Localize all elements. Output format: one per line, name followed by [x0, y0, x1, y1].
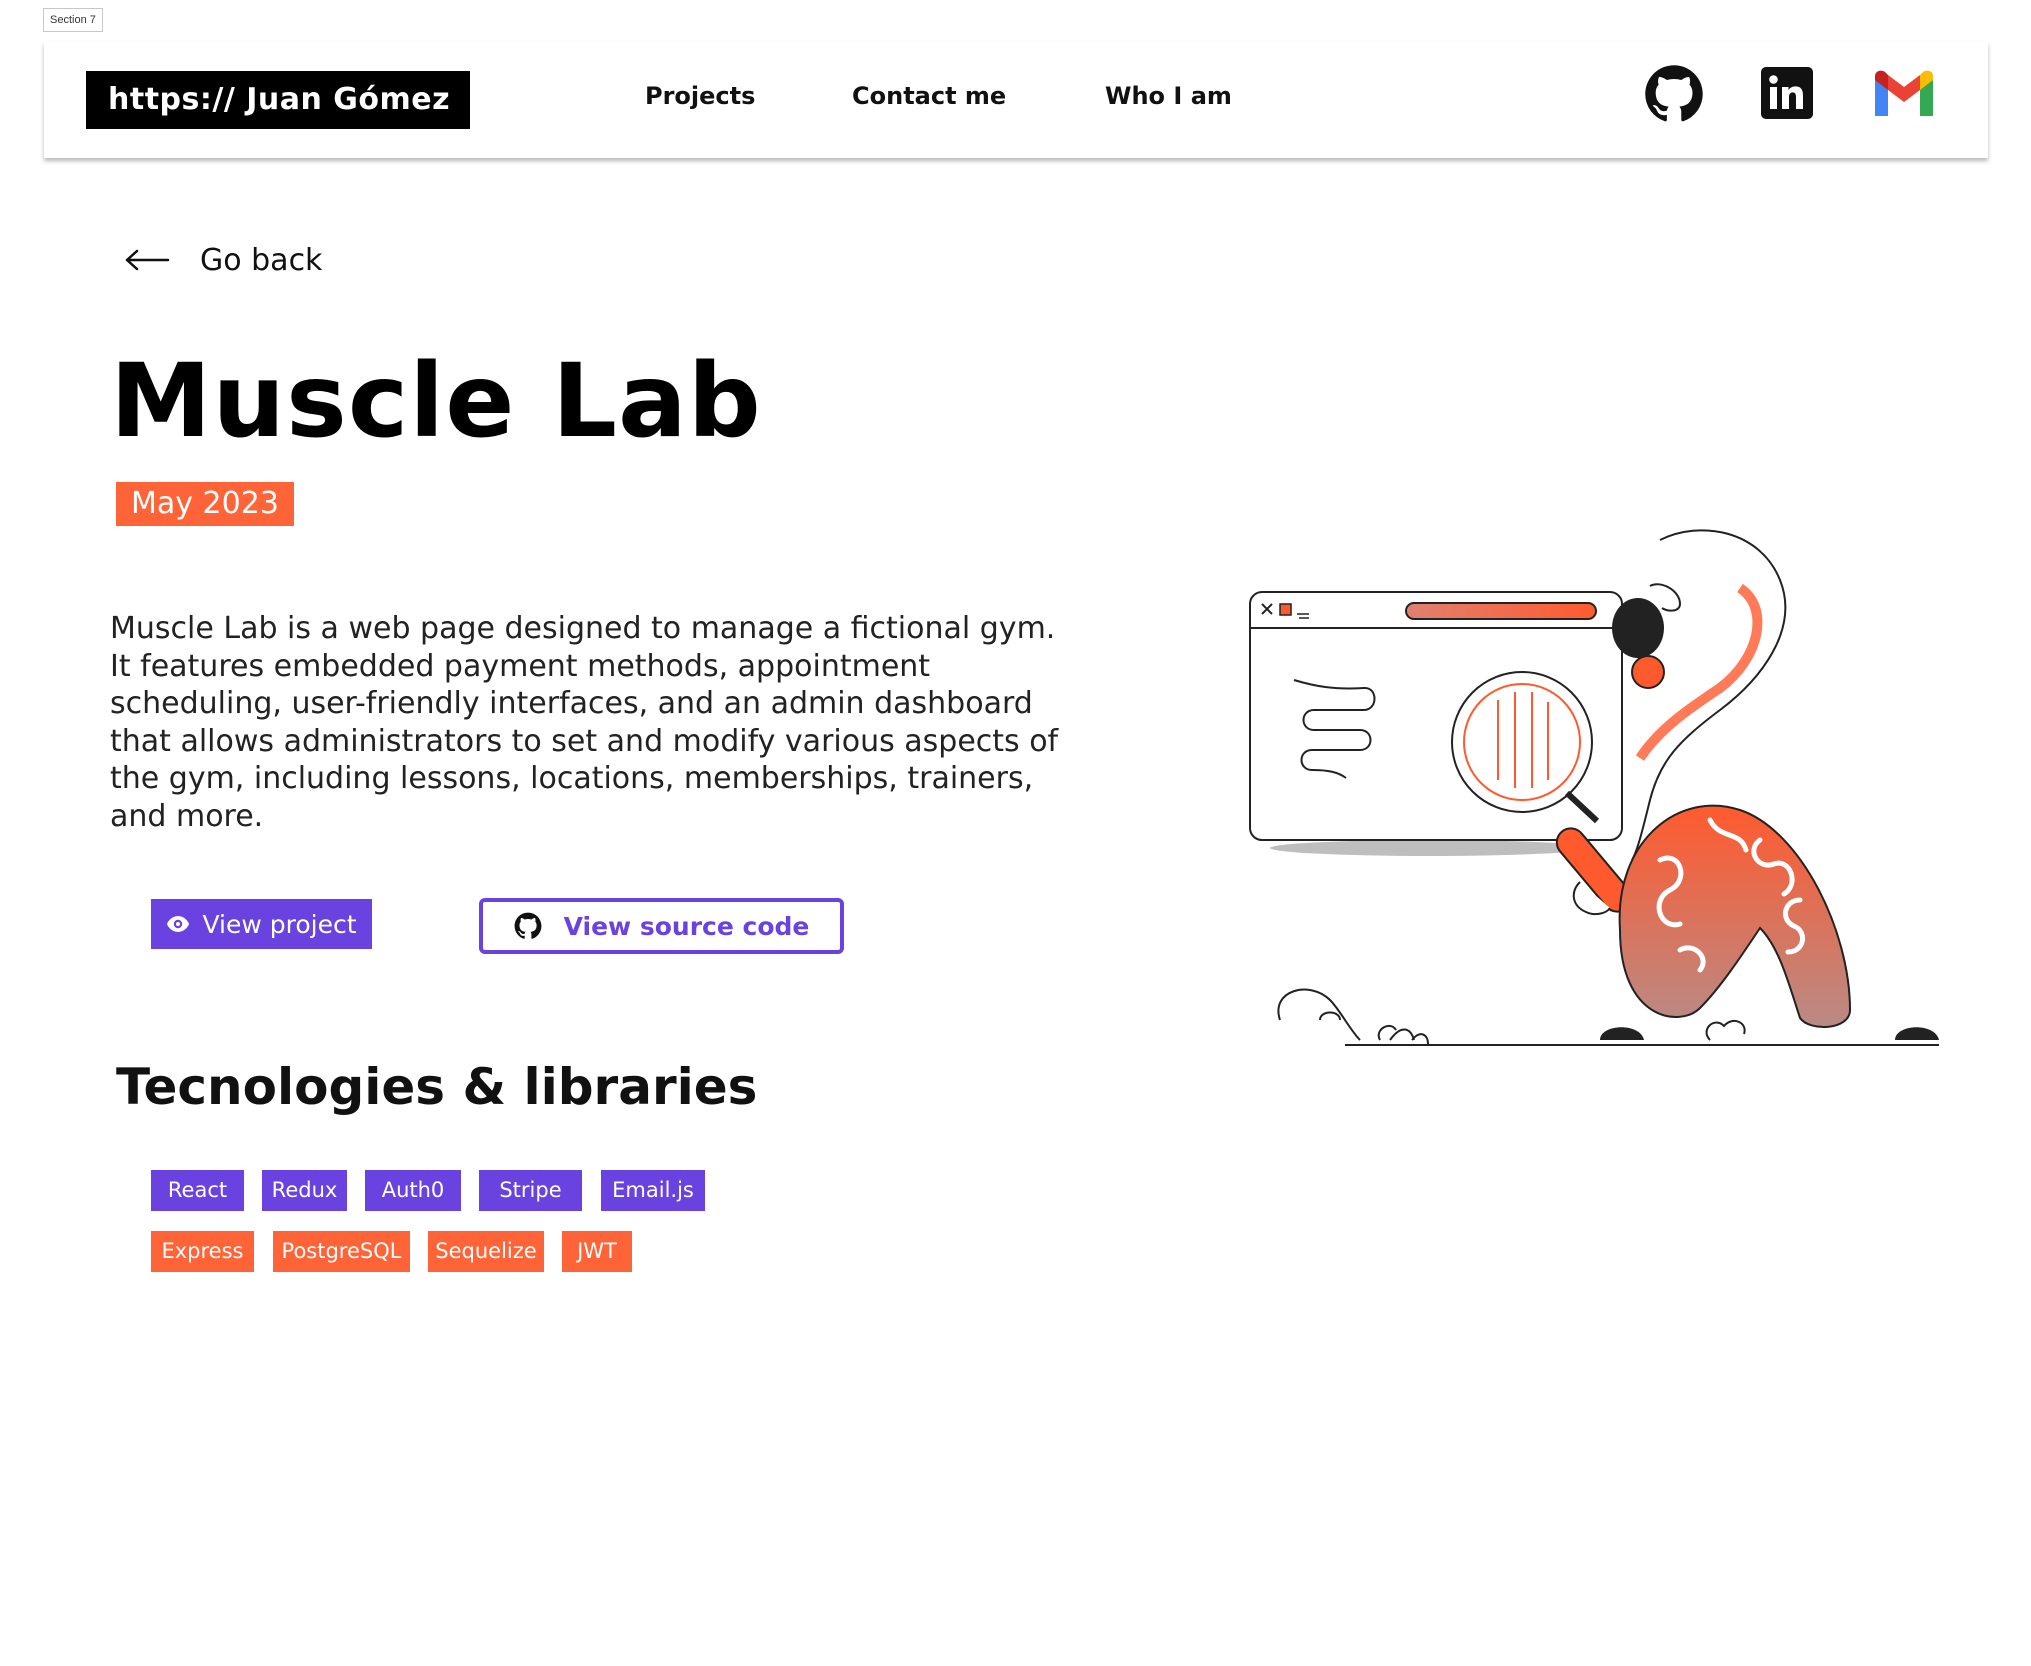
view-source-label: View source code	[563, 911, 810, 941]
view-source-button[interactable]: View source code	[479, 898, 844, 954]
nav-contact[interactable]: Contact me	[852, 82, 1006, 110]
tech-tag: Sequelize	[428, 1231, 544, 1272]
project-title: Muscle Lab	[110, 342, 762, 461]
gmail-icon[interactable]	[1875, 70, 1933, 116]
view-project-label: View project	[202, 909, 357, 939]
tech-tag: Stripe	[479, 1170, 582, 1211]
tech-section-title: Tecnologies & libraries	[116, 1058, 758, 1116]
tech-tag: Email.js	[601, 1170, 705, 1211]
top-navbar: https:// Juan Gómez Projects Contact me …	[44, 42, 1988, 158]
eye-icon	[167, 916, 190, 932]
tech-tag: Express	[151, 1231, 254, 1272]
tech-tag: JWT	[562, 1231, 632, 1272]
nav-about[interactable]: Who I am	[1105, 82, 1232, 110]
go-back-label: Go back	[200, 242, 323, 278]
project-description: Muscle Lab is a web page designed to man…	[110, 611, 1059, 834]
github-icon[interactable]	[1644, 64, 1704, 124]
github-icon	[514, 912, 542, 939]
view-project-button[interactable]: View project	[151, 899, 372, 949]
nav-projects[interactable]: Projects	[645, 82, 755, 110]
tech-tag: React	[151, 1170, 244, 1211]
project-date-badge: May 2023	[116, 482, 294, 526]
linkedin-icon[interactable]	[1761, 67, 1813, 119]
illustration-magnifier-character	[1249, 529, 1939, 1046]
arrow-left-icon	[125, 249, 170, 271]
tech-tag: Redux	[262, 1170, 347, 1211]
frame-label: Section 7	[43, 8, 103, 32]
tech-tag: PostgreSQL	[273, 1231, 410, 1272]
go-back-link[interactable]: Go back	[124, 240, 322, 280]
tech-tag: Auth0	[365, 1170, 461, 1211]
brand-logo[interactable]: https:// Juan Gómez	[86, 71, 470, 129]
